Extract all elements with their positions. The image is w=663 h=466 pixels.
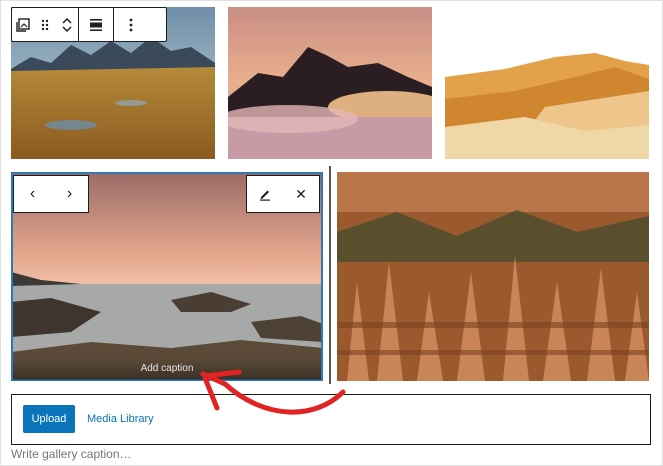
gallery-caption-input[interactable]: Write gallery caption…: [11, 447, 132, 461]
pencil-icon[interactable]: [247, 176, 283, 212]
desert-dunes-image: [445, 7, 649, 159]
foggy-peak-image: [228, 7, 432, 159]
media-library-link[interactable]: Media Library: [87, 405, 154, 433]
image-edit-controls: ✕: [246, 175, 320, 213]
gallery-image-canyon-hoodoos[interactable]: [337, 172, 649, 381]
move-image-backward-button[interactable]: ‹: [14, 176, 51, 212]
upload-button[interactable]: Upload: [23, 405, 75, 433]
remove-image-button[interactable]: ✕: [283, 176, 319, 212]
gallery-image-desert-dunes[interactable]: [445, 7, 649, 159]
align-wide-icon[interactable]: [79, 8, 113, 41]
chevron-up-icon[interactable]: [62, 17, 72, 24]
drag-handle-icon[interactable]: [34, 8, 56, 41]
block-toolbar: [11, 7, 167, 42]
annotation-arrow: [200, 369, 346, 415]
chevron-down-icon[interactable]: [62, 25, 72, 33]
canyon-hoodoos-image: [337, 172, 649, 381]
gallery-image-foggy-peak[interactable]: [228, 7, 432, 159]
move-buttons: [56, 8, 78, 41]
image-nav-controls: ‹ ›: [13, 175, 89, 213]
column-divider: [329, 166, 331, 384]
more-vertical-icon[interactable]: [114, 8, 148, 41]
move-image-forward-button[interactable]: ›: [51, 176, 88, 212]
gallery-icon[interactable]: [12, 8, 34, 41]
